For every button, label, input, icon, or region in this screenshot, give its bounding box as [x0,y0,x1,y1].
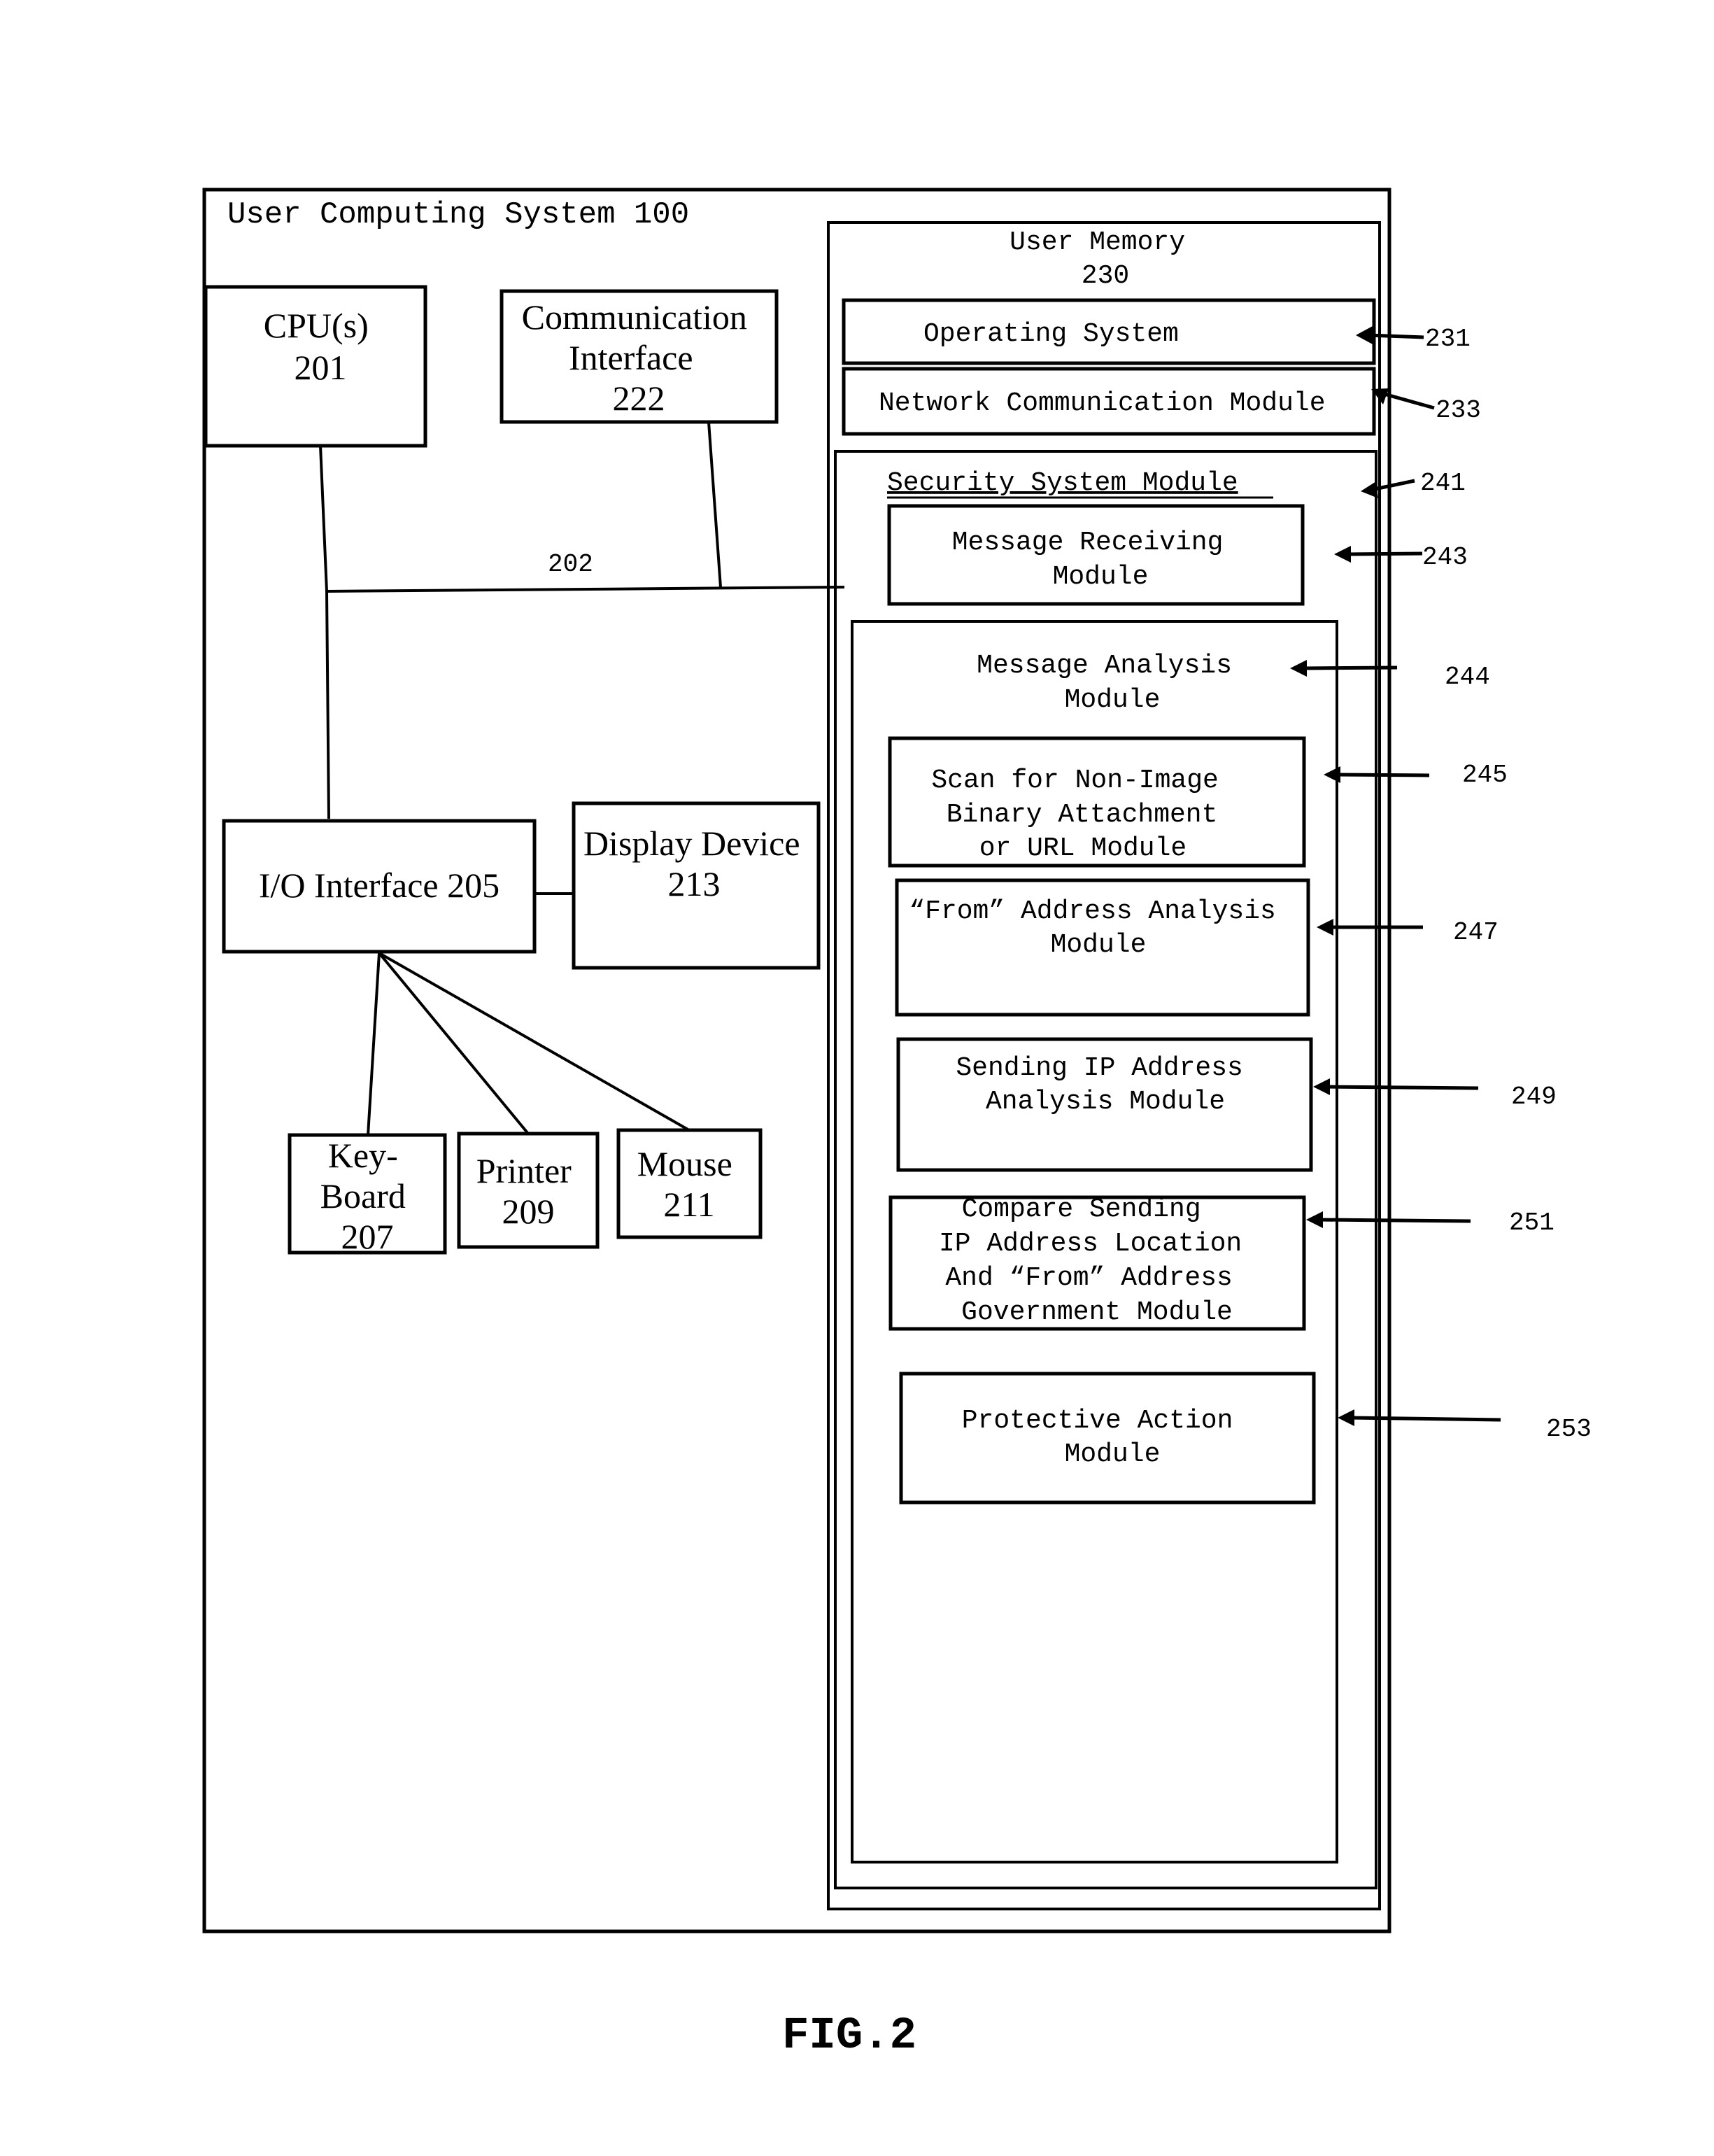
comm-interface-label-line: 222 [613,379,665,418]
user-memory-title-line: User Memory [1010,227,1185,258]
protective-action-box [899,1372,1316,1505]
display-device-label-line: Display Device [583,824,800,863]
callout-line [1350,1416,1501,1422]
ref-label: 231 [1425,325,1471,353]
io-interface-label-line: I/O Interface 205 [259,866,500,905]
mouse-label-line: 211 [663,1185,714,1224]
system-title: User Computing System 100 [227,197,689,232]
ref-label: 244 [1445,663,1490,691]
operating-system-label: Operating System [923,319,1179,349]
ref-label: 233 [1436,396,1481,425]
printer-label-line: Printer [476,1151,572,1190]
message-receiving-label-line: Message Receiving [952,528,1224,558]
network-comm-label: Network Communication Module [879,388,1326,418]
ref-label: 243 [1422,543,1468,572]
compare-location-label-line: IP Address Location [939,1229,1242,1259]
user-memory-title-line: 230 [1082,261,1129,291]
callout-line [1318,1218,1471,1223]
keyboard-label-line: Key- [328,1136,398,1175]
compare-location-label-line: Compare Sending [962,1195,1201,1225]
sending-ip-label-line: Sending IP Address [956,1053,1242,1083]
cpu-label-line: 201 [295,348,347,387]
callout-line [1367,333,1424,339]
ref-label: 247 [1453,918,1499,947]
display-device-label-line: 213 [668,864,721,903]
message-analysis-label-line: Module [1065,685,1161,715]
io-interface-label: I/O Interface 205 [259,866,500,905]
keyboard-label-line: 207 [341,1217,394,1256]
printer-label-line: 209 [502,1192,555,1231]
scan-attachment-label-line: Binary Attachment [947,800,1218,830]
from-address-label-line: Module [1051,930,1147,960]
callout-line [1325,1085,1479,1090]
cpu-label-line: CPU(s) [264,306,369,345]
mouse-label-line: Mouse [637,1144,732,1183]
sending-ip-label-line: Analysis Module [986,1087,1225,1117]
message-receiving-label-line: Module [1053,562,1149,592]
ref-label: 251 [1509,1209,1554,1237]
from-address-label-line: “From” Address Analysis [909,896,1276,926]
ref-label: 253 [1546,1415,1592,1444]
scan-attachment-label-line: or URL Module [979,833,1187,864]
ref-label: 241 [1420,469,1466,498]
comm-interface-label-line: Interface [569,338,693,377]
bus-label: 202 [548,550,593,579]
keyboard-label-line: Board [320,1176,406,1216]
ref-label: 249 [1511,1083,1557,1111]
comm-interface-label-line: Communication [522,297,747,337]
scan-attachment-label-line: Scan for Non-Image [931,766,1218,796]
diagram-canvas: User Computing System 100 CPU(s) 201 Com… [202,188,1592,2062]
message-analysis-label-line: Message Analysis [977,651,1232,681]
protective-action-label-line: Protective Action [962,1406,1233,1436]
protective-action-label-line: Module [1065,1439,1161,1470]
figure-caption: FIG.2 [782,2011,916,2062]
security-system-title: Security System Module [887,468,1238,498]
compare-location-label-line: And “From” Address [945,1263,1232,1293]
ref-label: 245 [1462,761,1508,789]
compare-location-label-line: Government Module [961,1297,1233,1327]
